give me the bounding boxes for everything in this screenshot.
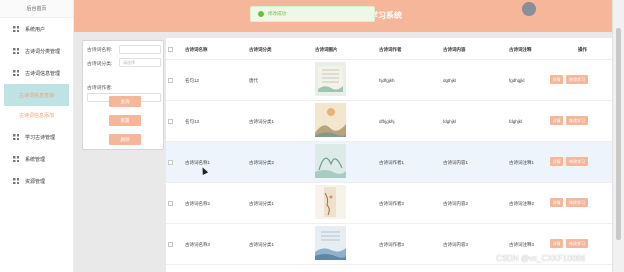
sidebar: 后台首页 系统用户 古诗词分类管理 古诗词信息管理 古诗词信息查询 古诗词信息添… (0, 0, 74, 272)
avatar[interactable] (522, 2, 536, 16)
sidebar-item-label: 古诗词分类管理 (25, 48, 61, 55)
sidebar-item-label: 系统管理 (25, 156, 46, 163)
row-checkbox[interactable] (168, 160, 173, 165)
select-all-checkbox[interactable] (168, 47, 173, 52)
grid-icon (13, 70, 19, 76)
success-toast: 修改成功 (250, 6, 375, 22)
col-note: 古诗词注释 (509, 47, 532, 52)
sidebar-home[interactable]: 后台首页 (0, 0, 73, 18)
sidebar-item-label: 学习古诗管理 (25, 134, 56, 141)
edit-study-button[interactable]: 修改学习 (566, 75, 588, 84)
cell-author: 古诗词作者3 (379, 242, 405, 247)
edit-study-button[interactable]: 修改学习 (566, 157, 588, 166)
sidebar-item-study[interactable]: 学习古诗管理 (0, 126, 73, 148)
cell-name: 名句12 (185, 78, 200, 83)
cell-content: 古诗词内容1 (443, 160, 469, 165)
reset-button[interactable]: 重置 (109, 115, 141, 126)
sidebar-item-system[interactable]: 系统管理 (0, 148, 73, 170)
check-circle-icon (258, 11, 264, 17)
table-header: 古诗词名称 古诗词分类 古诗词图片 古诗词作者 古诗词内容 古诗词注释 操作 (166, 38, 612, 60)
cell-category: 唐代 (249, 78, 258, 83)
sidebar-item-poem-info[interactable]: 古诗词信息管理 (0, 62, 73, 84)
cell-author: dfhjgkhj (379, 119, 395, 124)
edit-study-button[interactable]: 修改学习 (566, 198, 588, 207)
poem-image (315, 103, 346, 137)
sidebar-item-label: 古诗词信息管理 (25, 70, 61, 77)
search-panel: 古诗词名称: 古诗词分类: 请选择 古诗词作者: 查询 重置 删除 (82, 40, 164, 150)
cell-content: dgthjkl (443, 78, 457, 83)
grid-icon (13, 156, 19, 162)
category-label: 古诗词分类: (87, 62, 113, 67)
sidebar-item-label: 资源管理 (25, 178, 46, 185)
grid-icon (13, 178, 19, 184)
sidebar-item-category[interactable]: 古诗词分类管理 (0, 40, 73, 62)
cell-name: 古诗词名称2 (185, 201, 211, 206)
category-select[interactable]: 请选择 (119, 58, 161, 67)
cell-note: 古诗词注释1 (509, 160, 535, 165)
table-row[interactable]: 名句13 古诗词分类1 dfhjgkhj fdghjkl fdghjkl 详情 … (166, 101, 612, 142)
cell-category: 古诗词分类1 (249, 242, 275, 247)
sidebar-item-label: 古诗词信息查询 (18, 92, 54, 99)
cell-name: 古诗词名称1 (185, 160, 211, 165)
cell-name: 古诗词名称3 (185, 242, 211, 247)
row-checkbox[interactable] (168, 242, 173, 247)
cell-note: fdghjkl (509, 119, 523, 124)
row-checkbox[interactable] (168, 78, 173, 83)
name-input[interactable] (119, 45, 161, 54)
sidebar-item-poem-add[interactable]: 古诗词信息添加 (0, 106, 73, 126)
delete-button[interactable]: 删除 (109, 134, 141, 145)
table-row[interactable]: 古诗词名称2 古诗词分类1 古诗词作者2 古诗词内容2 古诗词注释2 详情 修改… (166, 183, 612, 224)
detail-button[interactable]: 详情 (550, 116, 563, 125)
table-row[interactable]: 名句12 唐代 hjdfgjkh dgthjkl fgdhgjkl 详情 修改学… (166, 60, 612, 101)
detail-button[interactable]: 详情 (550, 75, 563, 84)
sidebar-item-resources[interactable]: 资源管理 (0, 170, 73, 192)
author-label: 古诗词作者: (87, 86, 113, 91)
edit-study-button[interactable]: 修改学习 (566, 239, 588, 248)
col-category: 古诗词分类 (249, 47, 272, 52)
toast-text: 修改成功 (268, 11, 286, 16)
cell-author: 古诗词作者2 (379, 201, 405, 206)
cell-content: fdghjkl (443, 119, 457, 124)
col-name: 古诗词名称 (185, 47, 208, 52)
detail-button[interactable]: 详情 (550, 239, 563, 248)
name-label: 古诗词名称: (87, 48, 113, 53)
col-image: 古诗词图片 (315, 47, 338, 52)
cell-note: 古诗词注释3 (509, 242, 535, 247)
sidebar-item-label: 系统用户 (25, 26, 46, 33)
detail-button[interactable]: 详情 (550, 198, 563, 207)
page-scrollbar[interactable] (612, 0, 624, 272)
poem-table: 古诗词名称 古诗词分类 古诗词图片 古诗词作者 古诗词内容 古诗词注释 操作 名… (166, 38, 612, 272)
row-checkbox[interactable] (168, 201, 173, 206)
sidebar-item-users[interactable]: 系统用户 (0, 18, 73, 40)
cell-content: 古诗词内容2 (443, 201, 469, 206)
cell-author: 古诗词作者1 (379, 160, 405, 165)
cell-note: fgdhgjkl (509, 78, 525, 83)
grid-icon (13, 48, 19, 54)
cell-category: 古诗词分类2 (249, 160, 275, 165)
cell-note: 古诗词注释2 (509, 201, 535, 206)
app-root: 后台首页 系统用户 古诗词分类管理 古诗词信息管理 古诗词信息查询 古诗词信息添… (0, 0, 624, 272)
edit-study-button[interactable]: 修改学习 (566, 116, 588, 125)
cell-name: 名句13 (185, 119, 200, 124)
scrollbar-thumb[interactable] (616, 28, 621, 240)
detail-button[interactable]: 详情 (550, 157, 563, 166)
cell-category: 古诗词分类1 (249, 201, 275, 206)
cell-category: 古诗词分类1 (249, 119, 275, 124)
cell-author: hjdfgjkh (379, 78, 395, 83)
poem-image (315, 62, 346, 96)
col-content: 古诗词内容 (443, 47, 466, 52)
sidebar-item-poem-query[interactable]: 古诗词信息查询 (4, 84, 69, 106)
table-row[interactable]: 古诗词名称1 古诗词分类2 古诗词作者1 古诗词内容1 古诗词注释1 详情 修改… (166, 142, 612, 183)
watermark: CSDN @vx_CXKF10088 (496, 254, 586, 263)
grid-icon (13, 26, 19, 32)
poem-image (315, 226, 346, 260)
poem-image (315, 144, 346, 178)
poem-image (315, 185, 346, 219)
col-actions: 操作 (578, 47, 587, 52)
cell-content: 古诗词内容3 (443, 242, 469, 247)
row-checkbox[interactable] (168, 119, 173, 124)
grid-icon (13, 134, 19, 140)
col-author: 古诗词作者 (379, 47, 402, 52)
query-button[interactable]: 查询 (109, 96, 141, 107)
